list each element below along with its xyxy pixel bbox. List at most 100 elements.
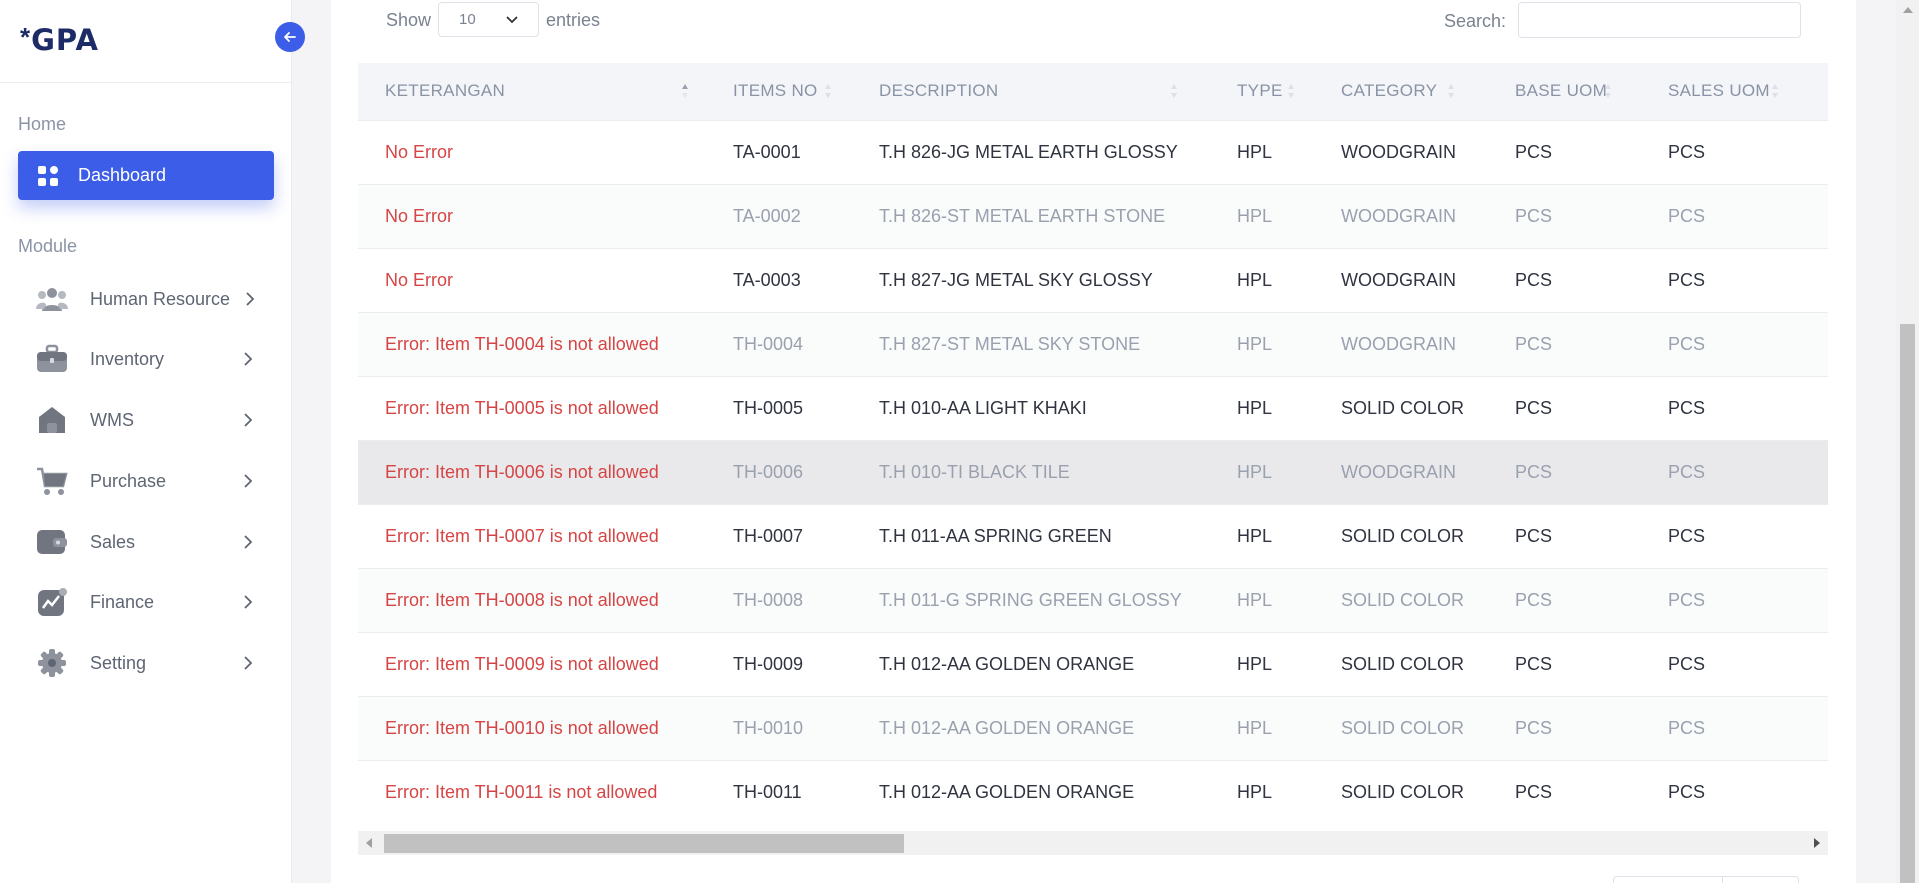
scroll-right-arrow-icon[interactable] <box>1814 838 1820 848</box>
table-row[interactable]: Error: Item TH-0005 is not allowed TH-000… <box>358 375 1828 440</box>
vertical-scrollbar[interactable] <box>1896 0 1919 883</box>
cell-keterangan: Error: Item TH-0009 is not allowed <box>358 631 706 696</box>
entries-select-value: 10 <box>459 11 476 28</box>
column-header-items-no[interactable]: ITEMS NO <box>706 63 852 120</box>
sidebar: * GPA Home Dashboard Module Human Resour… <box>0 0 292 883</box>
cell-base-uom: PCS <box>1488 759 1641 824</box>
logo-row: * GPA <box>0 0 292 83</box>
show-label: Show <box>386 10 432 30</box>
column-header-label: TYPE <box>1237 81 1283 101</box>
cell-category: WOODGRAIN <box>1314 311 1488 376</box>
cell-base-uom: PCS <box>1488 247 1641 312</box>
pagination[interactable] <box>1613 876 1799 883</box>
chevron-right-icon <box>246 292 255 306</box>
cell-sales-uom: PCS <box>1641 183 1828 248</box>
table-row[interactable]: Error: Item TH-0004 is not allowed TH-000… <box>358 311 1828 376</box>
sidebar-item-dashboard[interactable]: Dashboard <box>18 151 274 200</box>
table-row[interactable]: No Error TA-0002 T.H 826-ST METAL EARTH ST… <box>358 183 1828 248</box>
chevron-right-icon <box>244 535 253 549</box>
column-header-keterangan[interactable]: KETERANGAN <box>358 63 706 120</box>
cell-keterangan: No Error <box>358 119 706 184</box>
cell-description: T.H 826-JG METAL EARTH GLOSSY <box>852 119 1210 184</box>
cell-keterangan: No Error <box>358 183 706 248</box>
cell-description: T.H 827-ST METAL SKY STONE <box>852 311 1210 376</box>
column-header-description[interactable]: DESCRIPTION <box>852 63 1210 120</box>
column-header-type[interactable]: TYPE <box>1210 63 1314 120</box>
sidebar-item-label: Human Resource <box>90 288 231 309</box>
sidebar-item-human-resource[interactable]: Human Resource <box>36 279 256 319</box>
sidebar-item-label: Setting <box>90 652 147 673</box>
cell-category: SOLID COLOR <box>1314 631 1488 696</box>
data-table-wrapper: KETERANGAN ITEMS NO DESCRIPTION TYPE CAT… <box>358 63 1828 826</box>
cell-sales-uom: PCS <box>1641 631 1828 696</box>
cell-base-uom: PCS <box>1488 567 1641 632</box>
cell-base-uom: PCS <box>1488 695 1641 760</box>
table-row[interactable]: No Error TA-0001 T.H 826-JG METAL EARTH GL… <box>358 119 1828 184</box>
sidebar-collapse-button[interactable] <box>275 22 305 52</box>
sort-icon <box>1288 84 1294 98</box>
cell-keterangan: Error: Item TH-0004 is not allowed <box>358 311 706 376</box>
sidebar-item-setting[interactable]: Setting <box>36 643 256 683</box>
cell-items-no: TH-0006 <box>706 439 852 504</box>
chevron-right-icon <box>244 352 253 366</box>
column-header-sales-uom[interactable]: SALES UOM <box>1641 63 1828 120</box>
cell-keterangan: Error: Item TH-0005 is not allowed <box>358 375 706 440</box>
cell-base-uom: PCS <box>1488 503 1641 568</box>
sort-asc-icon <box>682 84 688 98</box>
search-label: Search: <box>1444 11 1507 31</box>
column-header-category[interactable]: CATEGORY <box>1314 63 1488 120</box>
cell-items-no: TH-0005 <box>706 375 852 440</box>
cell-type: HPL <box>1210 375 1314 440</box>
cell-type: HPL <box>1210 567 1314 632</box>
cell-type: HPL <box>1210 695 1314 760</box>
horizontal-scrollbar[interactable] <box>358 831 1828 855</box>
sidebar-item-label: Inventory <box>90 348 165 369</box>
logo[interactable]: * GPA <box>20 22 99 58</box>
cell-base-uom: PCS <box>1488 375 1641 440</box>
table-row[interactable]: Error: Item TH-0006 is not allowed TH-000… <box>358 439 1828 504</box>
cell-keterangan: No Error <box>358 247 706 312</box>
sidebar-item-wms[interactable]: WMS <box>36 400 256 440</box>
dashboard-icon <box>38 165 58 186</box>
cell-sales-uom: PCS <box>1641 247 1828 312</box>
table-row[interactable]: No Error TA-0003 T.H 827-JG METAL SKY GLOS… <box>358 247 1828 312</box>
cell-items-no: TH-0011 <box>706 759 852 824</box>
cell-category: SOLID COLOR <box>1314 759 1488 824</box>
table-row[interactable]: Error: Item TH-0011 is not allowed TH-001… <box>358 759 1828 824</box>
vertical-scroll-thumb[interactable] <box>1900 324 1915 883</box>
cell-sales-uom: PCS <box>1641 439 1828 504</box>
sidebar-item-sales[interactable]: Sales <box>36 522 256 562</box>
cell-items-no: TH-0010 <box>706 695 852 760</box>
search-input[interactable] <box>1518 2 1801 38</box>
cell-type: HPL <box>1210 439 1314 504</box>
cell-type: HPL <box>1210 631 1314 696</box>
cell-description: T.H 011-G SPRING GREEN GLOSSY <box>852 567 1210 632</box>
chevron-right-icon <box>244 474 253 488</box>
cell-category: SOLID COLOR <box>1314 695 1488 760</box>
sidebar-item-purchase[interactable]: Purchase <box>36 461 256 501</box>
cell-category: SOLID COLOR <box>1314 503 1488 568</box>
entries-select[interactable]: 10 <box>438 2 539 37</box>
cell-description: T.H 012-AA GOLDEN ORANGE <box>852 695 1210 760</box>
cell-keterangan: Error: Item TH-0010 is not allowed <box>358 695 706 760</box>
table-row[interactable]: Error: Item TH-0007 is not allowed TH-000… <box>358 503 1828 568</box>
logo-star-icon: * <box>20 22 31 52</box>
sort-icon <box>1605 84 1611 98</box>
cell-base-uom: PCS <box>1488 119 1641 184</box>
scroll-left-arrow-icon[interactable] <box>366 838 372 848</box>
sidebar-item-finance[interactable]: Finance <box>36 582 256 622</box>
scroll-up-arrow-icon[interactable] <box>1903 7 1913 13</box>
arrow-left-icon <box>284 32 296 42</box>
table-row[interactable]: Error: Item TH-0009 is not allowed TH-000… <box>358 631 1828 696</box>
horizontal-scroll-thumb[interactable] <box>384 834 904 853</box>
table-row[interactable]: Error: Item TH-0008 is not allowed TH-000… <box>358 567 1828 632</box>
cell-items-no: TH-0007 <box>706 503 852 568</box>
cell-sales-uom: PCS <box>1641 311 1828 376</box>
sidebar-item-inventory[interactable]: Inventory <box>36 339 256 379</box>
table-row[interactable]: Error: Item TH-0010 is not allowed TH-001… <box>358 695 1828 760</box>
cell-items-no: TH-0009 <box>706 631 852 696</box>
cell-category: WOODGRAIN <box>1314 439 1488 504</box>
column-header-base-uom[interactable]: BASE UOM <box>1488 63 1641 120</box>
cell-description: T.H 012-AA GOLDEN ORANGE <box>852 631 1210 696</box>
chevron-right-icon <box>244 656 253 670</box>
